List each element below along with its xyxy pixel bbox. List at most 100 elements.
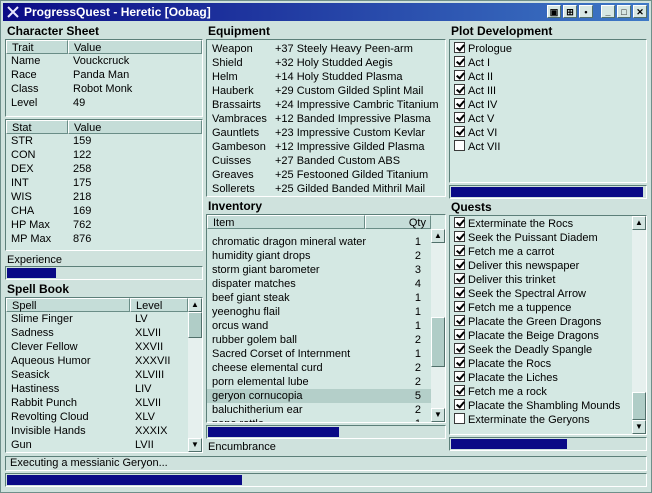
quest-item[interactable]: Seek the Puissant Diadem — [450, 231, 632, 245]
stat-row[interactable]: STR 159 — [6, 134, 202, 148]
equipment-list[interactable]: Weapon +37 Steely Heavy Peen-arm Shield +32… — [206, 39, 446, 197]
quest-item[interactable]: Deliver this newspaper — [450, 259, 632, 273]
value-column-header[interactable]: Value — [68, 40, 202, 54]
spell-row[interactable]: Aqueous Humor XXXVII — [6, 354, 202, 368]
quest-item[interactable]: Seek the Spectral Arrow — [450, 287, 632, 301]
checked-checkbox-icon[interactable] — [454, 42, 465, 53]
quest-item[interactable]: Deliver this trinket — [450, 273, 632, 287]
checked-checkbox-icon[interactable] — [454, 98, 465, 109]
window-restore-icon[interactable]: ⊞ — [563, 5, 577, 18]
equipment-row[interactable]: Gauntlets +23 Impressive Custom Kevlar — [207, 126, 445, 140]
inventory-list[interactable]: Item Qty chromatic dragon mineral water 1… — [206, 214, 446, 423]
app-icon[interactable] — [6, 5, 20, 19]
quest-item[interactable]: Fetch me a tuppence — [450, 301, 632, 315]
stat-row[interactable]: HP Max 762 — [6, 218, 202, 232]
equipment-row[interactable]: Vambraces +12 Banded Impressive Plasma — [207, 112, 445, 126]
plot-act[interactable]: Act VII — [450, 140, 646, 154]
stat-row[interactable]: CHA 169 — [6, 204, 202, 218]
inventory-row[interactable]: cheese elemental curd 2 — [207, 361, 445, 375]
quest-item[interactable]: Placate the Rocs — [450, 357, 632, 371]
plot-act[interactable]: Act VI — [450, 126, 646, 140]
stats-table[interactable]: Stat Value STR 159 CON 122 DEX 258 INT 175 WIS 21… — [5, 119, 203, 251]
close-button[interactable]: ✕ — [633, 5, 647, 18]
unchecked-checkbox-icon[interactable] — [454, 140, 465, 151]
spell-row[interactable]: Seasick XLVIII — [6, 368, 202, 382]
equipment-row[interactable]: Helm +14 Holy Studded Plasma — [207, 70, 445, 84]
checked-checkbox-icon[interactable] — [454, 84, 465, 95]
stat-row[interactable]: CON 122 — [6, 148, 202, 162]
checked-checkbox-icon[interactable] — [454, 273, 465, 284]
stat-row[interactable]: DEX 258 — [6, 162, 202, 176]
spell-row[interactable]: Slime Finger LV — [6, 312, 202, 326]
quest-item[interactable]: Placate the Shambling Mounds — [450, 399, 632, 413]
checked-checkbox-icon[interactable] — [454, 371, 465, 382]
checked-checkbox-icon[interactable] — [454, 217, 465, 228]
inventory-row[interactable]: humidity giant drops 2 — [207, 249, 445, 263]
equipment-row[interactable]: Weapon +37 Steely Heavy Peen-arm — [207, 42, 445, 56]
scroll-thumb[interactable] — [632, 392, 646, 420]
inventory-row[interactable]: geryon cornucopia 5 — [207, 389, 445, 403]
equipment-row[interactable]: Brassairts +24 Impressive Cambric Titaniu… — [207, 98, 445, 112]
inventory-row[interactable]: yeenoghu flail 1 — [207, 305, 445, 319]
quest-item[interactable]: Fetch me a rock — [450, 385, 632, 399]
level-column-header[interactable]: Level — [130, 298, 188, 312]
plot-act[interactable]: Act II — [450, 70, 646, 84]
traits-table[interactable]: Trait Value Name Vouckcruck Race Panda Man C… — [5, 39, 203, 117]
trait-row[interactable]: Name Vouckcruck — [6, 54, 202, 68]
checked-checkbox-icon[interactable] — [454, 112, 465, 123]
spell-row[interactable]: Clever Fellow XXVII — [6, 340, 202, 354]
quest-item[interactable]: Seek the Deadly Spangle — [450, 343, 632, 357]
title-bar[interactable]: ProgressQuest - Heretic [Oobag] ▣ ⊞ • _ … — [3, 3, 649, 21]
minimize-button[interactable]: _ — [601, 5, 615, 18]
quests-list[interactable]: Exterminate the Rocs Seek the Puissant Di… — [449, 215, 647, 435]
equipment-row[interactable]: Hauberk +29 Custom Gilded Splint Mail — [207, 84, 445, 98]
window-menu-icon[interactable]: ▣ — [547, 5, 561, 18]
equipment-row[interactable]: Gambeson +12 Impressive Gilded Plasma — [207, 140, 445, 154]
quest-item[interactable]: Exterminate the Geryons — [450, 413, 632, 427]
checked-checkbox-icon[interactable] — [454, 231, 465, 242]
quest-item[interactable]: Exterminate the Rocs — [450, 217, 632, 231]
quest-item[interactable]: Placate the Green Dragons — [450, 315, 632, 329]
checked-checkbox-icon[interactable] — [454, 329, 465, 340]
spell-row[interactable]: Sadness XLVII — [6, 326, 202, 340]
inventory-row[interactable]: chromatic dragon mineral water 1 — [207, 235, 445, 249]
scroll-thumb[interactable] — [188, 312, 202, 338]
spell-row[interactable]: Rabbit Punch XLVII — [6, 396, 202, 410]
unchecked-checkbox-icon[interactable] — [454, 413, 465, 424]
maximize-button[interactable]: □ — [617, 5, 631, 18]
plot-act[interactable]: Act I — [450, 56, 646, 70]
plot-list[interactable]: Prologue Act I Act II Act III Act IV Act V Act… — [449, 39, 647, 183]
trait-column-header[interactable]: Trait — [6, 40, 68, 54]
plot-act[interactable]: Prologue — [450, 42, 646, 56]
trait-row[interactable]: Race Panda Man — [6, 68, 202, 82]
item-column-header[interactable]: Item — [207, 215, 365, 229]
checked-checkbox-icon[interactable] — [454, 245, 465, 256]
checked-checkbox-icon[interactable] — [454, 259, 465, 270]
checked-checkbox-icon[interactable] — [454, 343, 465, 354]
plot-act[interactable]: Act V — [450, 112, 646, 126]
stat-column-header[interactable]: Stat — [6, 120, 68, 134]
equipment-row[interactable]: Greaves +25 Festooned Gilded Titanium — [207, 168, 445, 182]
plot-act[interactable]: Act III — [450, 84, 646, 98]
checked-checkbox-icon[interactable] — [454, 357, 465, 368]
inventory-row[interactable]: beef giant steak 1 — [207, 291, 445, 305]
equipment-row[interactable]: Sollerets +25 Gilded Banded Mithril Mail — [207, 182, 445, 196]
checked-checkbox-icon[interactable] — [454, 315, 465, 326]
trait-row[interactable]: Level 49 — [6, 96, 202, 110]
stat-row[interactable]: MP Max 876 — [6, 232, 202, 246]
inventory-row[interactable]: pepe rattle1 — [207, 417, 445, 422]
checked-checkbox-icon[interactable] — [454, 56, 465, 67]
checked-checkbox-icon[interactable] — [454, 301, 465, 312]
quest-item[interactable]: Placate the Beige Dragons — [450, 329, 632, 343]
checked-checkbox-icon[interactable] — [454, 399, 465, 410]
quests-scrollbar[interactable]: ▲ ▼ — [632, 216, 646, 434]
scroll-up-icon[interactable]: ▲ — [431, 229, 445, 243]
spell-row[interactable]: Revolting Cloud XLV — [6, 410, 202, 424]
scroll-thumb[interactable] — [431, 317, 445, 367]
inventory-row[interactable]: orcus wand 1 — [207, 319, 445, 333]
scroll-up-icon[interactable]: ▲ — [188, 298, 202, 312]
checked-checkbox-icon[interactable] — [454, 70, 465, 81]
equipment-row[interactable]: Cuisses +27 Banded Custom ABS — [207, 154, 445, 168]
scroll-down-icon[interactable]: ▼ — [632, 420, 646, 434]
inventory-row[interactable]: dispater matches 4 — [207, 277, 445, 291]
